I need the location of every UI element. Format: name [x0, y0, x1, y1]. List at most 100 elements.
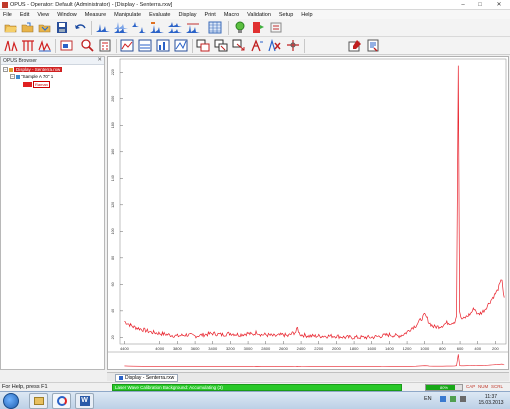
opus-app-icon[interactable]: [52, 393, 71, 409]
maximize-button[interactable]: □: [473, 1, 487, 8]
report-tool-icon[interactable]: [366, 39, 380, 52]
word-app-icon[interactable]: W: [75, 393, 94, 409]
spectrum-display-window[interactable]: 20 40 60 80 100 120 140 160 180 200 220 4400 4000 38…: [107, 56, 509, 370]
x-tick-label: 3600: [191, 346, 201, 351]
x-tick-label: 200: [492, 346, 499, 351]
lambda-icon[interactable]: [250, 39, 264, 52]
help-text: For Help, press F1: [2, 384, 48, 390]
menu-measure[interactable]: Measure: [81, 12, 110, 18]
display-mode-icon[interactable]: [60, 39, 74, 52]
windows-explorer-icon[interactable]: [29, 393, 48, 409]
y-tick-label: 20: [111, 335, 115, 339]
window-title: OPUS - Operator: Default (Administrator)…: [10, 1, 173, 8]
display-folder-icon: [9, 67, 13, 72]
menu-view[interactable]: View: [33, 12, 53, 18]
zoom-icon[interactable]: [80, 39, 94, 52]
chart-box-icon[interactable]: [120, 39, 134, 52]
tree-child[interactable]: − "Sample A 70" 1: [10, 74, 53, 79]
browser-title: OPUS Browser: [3, 58, 37, 64]
collapse-icon[interactable]: −: [10, 74, 15, 79]
reset-icon[interactable]: [269, 21, 283, 34]
spectrum-multi-icon[interactable]: [114, 21, 128, 34]
crosshair-icon[interactable]: [286, 39, 300, 52]
x-tick-label: 2800: [261, 346, 271, 351]
menu-window[interactable]: Window: [53, 12, 81, 18]
x-tick-label: 2400: [297, 346, 307, 351]
save-icon[interactable]: [55, 21, 69, 34]
bulb-icon[interactable]: [233, 21, 247, 34]
y-tick-label: 160: [111, 149, 115, 155]
spectrum-split-icon[interactable]: [132, 21, 146, 34]
peak-red-icon[interactable]: [21, 39, 35, 52]
spectrum-stack-icon[interactable]: [168, 21, 182, 34]
open-file-icon[interactable]: [21, 21, 35, 34]
x-tick-label: 3800: [173, 346, 183, 351]
tree-root[interactable]: − Display - Senterra.rxw: [3, 67, 63, 72]
volume-icon[interactable]: [460, 396, 466, 402]
open-folder-icon[interactable]: [4, 21, 18, 34]
tree-leaf-label: Raman: [33, 81, 50, 88]
expand-icon[interactable]: [232, 39, 246, 52]
y-tick-label: 200: [111, 96, 115, 102]
x-tick-label: 4000: [155, 346, 165, 351]
spectrum-blue-icon[interactable]: [96, 21, 110, 34]
y-tick-label: 140: [111, 175, 115, 181]
display-doc-icon: [119, 376, 123, 380]
menu-manipulate[interactable]: Manipulate: [110, 12, 145, 18]
x-tick-label: 800: [439, 346, 446, 351]
y-tick-label: 40: [111, 309, 115, 313]
chart-view-icon[interactable]: [174, 39, 188, 52]
opus-browser-panel: OPUS Browser ✕ − Display - Senterra.rxw …: [0, 56, 105, 370]
menu-file[interactable]: File: [0, 12, 16, 18]
x-tick-label: 1000: [420, 346, 430, 351]
layers-icon[interactable]: [196, 39, 210, 52]
collapse-icon[interactable]: −: [3, 67, 8, 72]
spectrum-block-icon: [23, 82, 32, 87]
indicator-num: NUM: [478, 384, 489, 389]
menu-macro[interactable]: Macro: [220, 12, 243, 18]
peak-icon[interactable]: [4, 39, 18, 52]
close-button[interactable]: ✕: [492, 1, 506, 8]
settings-tool-icon[interactable]: [348, 39, 362, 52]
x-tick-label: 1600: [367, 346, 377, 351]
spectrum-chart[interactable]: 20 40 60 80 100 120 140 160 180 200 220 4400 4000 38…: [108, 57, 508, 369]
grid-table-icon[interactable]: [208, 21, 222, 34]
spectrum-compare-icon[interactable]: [150, 21, 164, 34]
progress-bar: 80%: [425, 384, 463, 391]
menu-print[interactable]: Print: [201, 12, 220, 18]
network-icon[interactable]: [440, 396, 446, 402]
minimize-button[interactable]: –: [456, 1, 470, 8]
start-button[interactable]: [3, 393, 19, 409]
report-icon[interactable]: [251, 21, 265, 34]
clock-date: 15.03.2013: [478, 400, 504, 406]
x-tick-label: 4400: [120, 346, 130, 351]
clock[interactable]: 11:37 15.03.2013: [476, 394, 506, 406]
file-icon: [16, 74, 20, 79]
toolbar-main: [0, 19, 510, 37]
chart-box2-icon[interactable]: [138, 39, 152, 52]
menu-display[interactable]: Display: [174, 12, 200, 18]
language-indicator[interactable]: EN: [424, 396, 432, 402]
tab-display-senterra[interactable]: Display - Senterra.rxw: [115, 374, 179, 382]
load-icon[interactable]: [38, 21, 52, 34]
menu-evaluate[interactable]: Evaluate: [145, 12, 174, 18]
x-tick-label: 400: [474, 346, 481, 351]
opus-app-icon: [2, 1, 8, 8]
action-center-icon[interactable]: [450, 396, 456, 402]
chart-view-icon[interactable]: [156, 39, 170, 52]
menu-help[interactable]: Help: [297, 12, 316, 18]
plot-area[interactable]: [119, 58, 507, 345]
menu-setup[interactable]: Setup: [275, 12, 297, 18]
x-tick-label: 3200: [226, 346, 236, 351]
tree-leaf[interactable]: Raman: [23, 81, 50, 88]
undo-icon[interactable]: [73, 21, 87, 34]
browser-close-icon[interactable]: ✕: [97, 57, 102, 63]
menu-validation[interactable]: Validation: [243, 12, 275, 18]
baseline-icon[interactable]: [38, 39, 52, 52]
calculator-icon[interactable]: [98, 39, 112, 52]
overlay-icon[interactable]: [214, 39, 228, 52]
tree-root-label: Display - Senterra.rxw: [14, 67, 63, 72]
peaks-cross-icon[interactable]: [268, 39, 282, 52]
spectrum-stack-icon[interactable]: [186, 21, 200, 34]
menu-edit[interactable]: Edit: [16, 12, 33, 18]
